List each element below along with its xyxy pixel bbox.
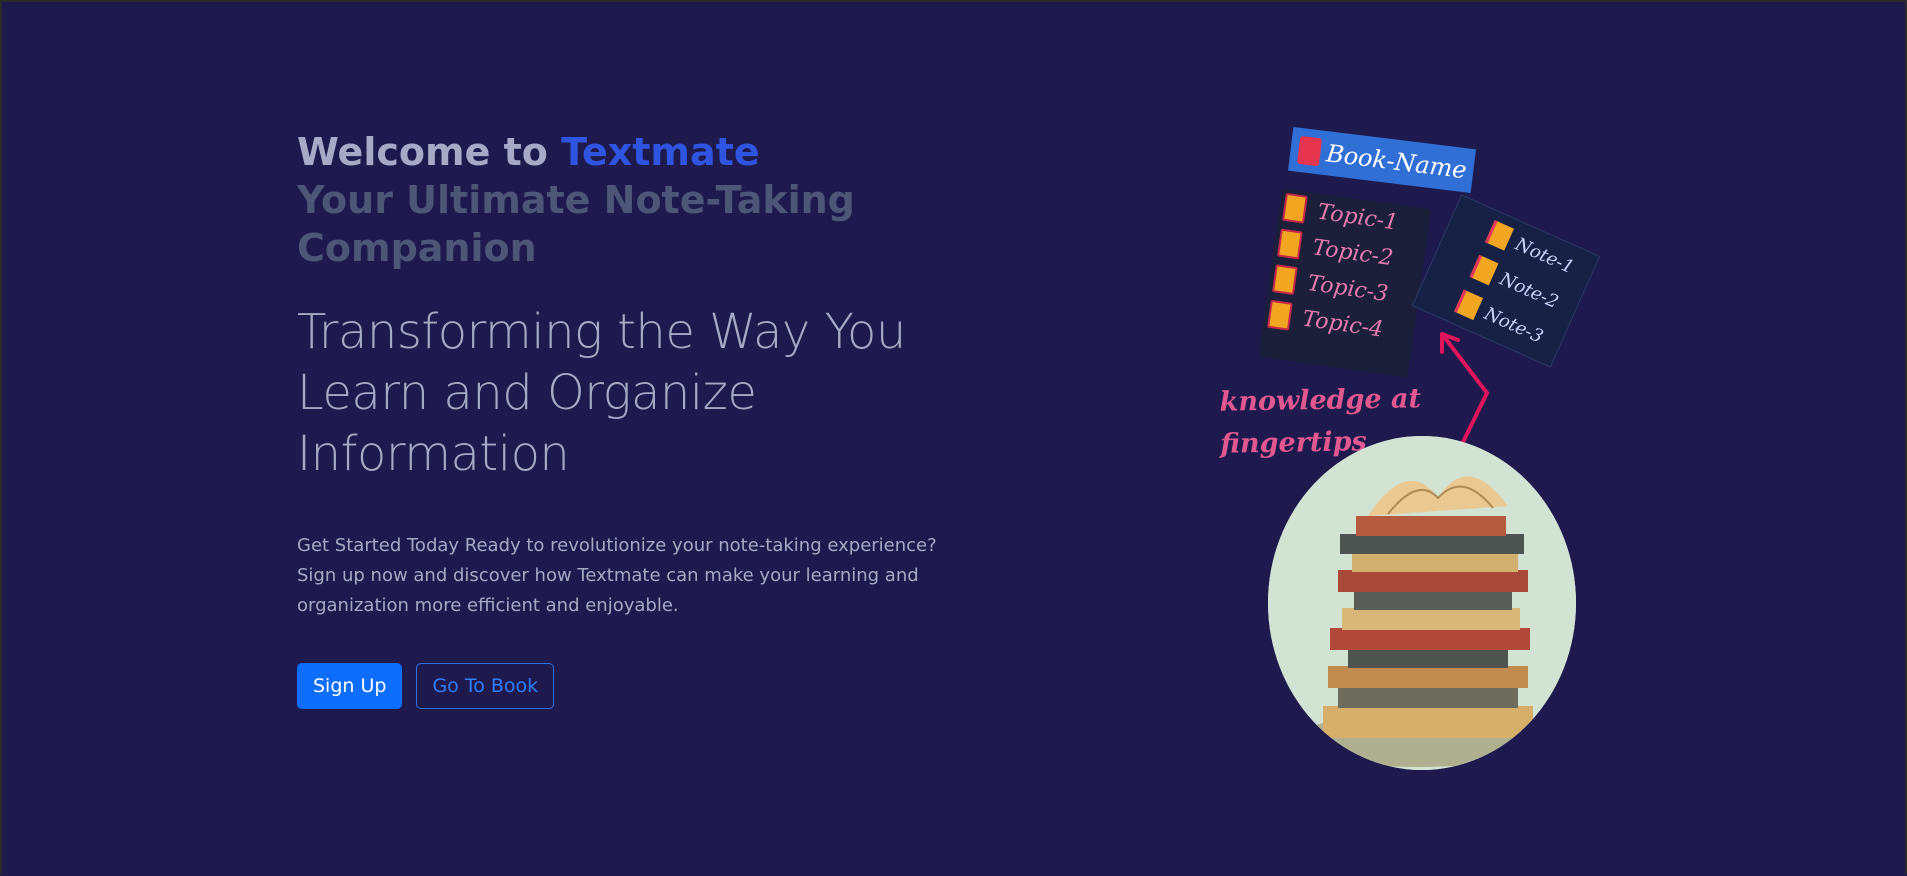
- brand-name: Textmate: [561, 130, 760, 174]
- hero-illustration: Book-Name Topic-1 Topic-2 Topic-3 Topic-…: [1210, 120, 1630, 780]
- hero-lead: Transforming the Way You Learn and Organ…: [297, 304, 906, 482]
- tagline-line-1: knowledge at: [1219, 383, 1422, 418]
- hero-description: Get Started Today Ready to revolutionize…: [297, 535, 937, 616]
- hero-actions: Sign Up Go To Book: [297, 663, 997, 709]
- hero-subtitle: Your Ultimate Note-Taking Companion: [297, 178, 855, 270]
- hero-section: Welcome to Textmate Your Ultimate Note-T…: [297, 128, 997, 709]
- go-to-book-button[interactable]: Go To Book: [416, 663, 555, 709]
- welcome-heading: Welcome to Textmate: [297, 128, 997, 176]
- welcome-prefix: Welcome to: [297, 130, 562, 174]
- sign-up-button[interactable]: Sign Up: [297, 663, 403, 709]
- book-stack-image: [1268, 436, 1576, 770]
- book-stack-illustration: [1268, 436, 1576, 770]
